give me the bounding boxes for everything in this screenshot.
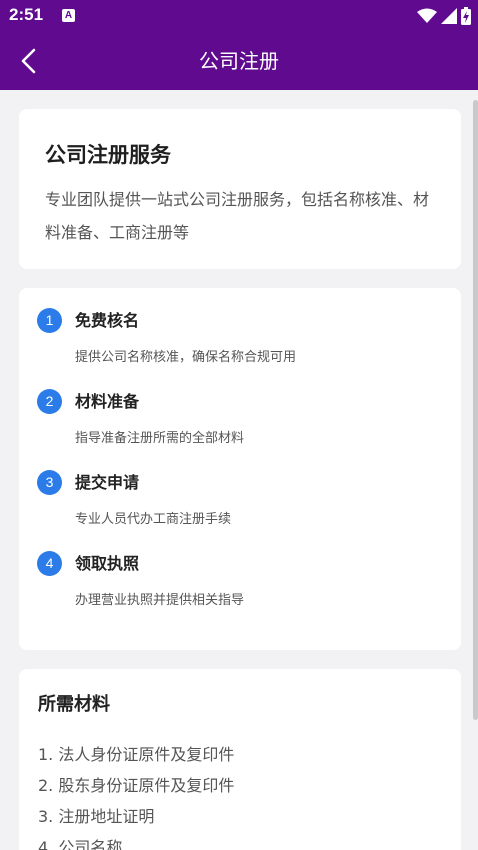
step-description: 办理营业执照并提供相关指导 bbox=[75, 593, 245, 608]
notification-icon: A bbox=[62, 9, 75, 22]
intro-description: 专业团队提供一站式公司注册服务，包括名称核准、材料准备、工商注册等 bbox=[45, 190, 430, 242]
step-item: 4 领取执照 办理营业执照并提供相关指导 bbox=[37, 551, 437, 621]
step-item: 2 材料准备 指导准备注册所需的全部材料 bbox=[37, 389, 437, 459]
materials-list: 1. 法人身份证原件及复印件 2. 股东身份证原件及复印件 3. 注册地址证明 … bbox=[38, 739, 234, 850]
materials-card: 所需材料 1. 法人身份证原件及复印件 2. 股东身份证原件及复印件 3. 注册… bbox=[19, 669, 461, 850]
list-item: 1. 法人身份证原件及复印件 bbox=[38, 745, 235, 764]
scrollbar[interactable] bbox=[473, 100, 478, 720]
steps-card: 1 免费核名 提供公司名称核准，确保名称合规可用 2 材料准备 指导准备注册所需… bbox=[19, 288, 461, 650]
step-number-badge: 4 bbox=[37, 551, 62, 576]
intro-card: 公司注册服务 专业团队提供一站式公司注册服务，包括名称核准、材料准备、工商注册等 bbox=[19, 109, 461, 269]
step-title: 提交申请 bbox=[75, 473, 140, 492]
signal-icon bbox=[441, 8, 457, 24]
step-number-badge: 3 bbox=[37, 470, 62, 495]
app-bar: 公司注册 bbox=[0, 32, 478, 90]
step-description: 提供公司名称核准，确保名称合规可用 bbox=[75, 350, 297, 365]
page-title: 公司注册 bbox=[199, 49, 279, 73]
chevron-left-icon bbox=[21, 48, 36, 74]
wifi-icon bbox=[417, 8, 437, 23]
list-item: 4. 公司名称 bbox=[38, 838, 123, 850]
intro-title: 公司注册服务 bbox=[45, 143, 171, 167]
step-title: 材料准备 bbox=[75, 392, 140, 411]
scroll-content[interactable]: 公司注册服务 专业团队提供一站式公司注册服务，包括名称核准、材料准备、工商注册等… bbox=[0, 90, 478, 850]
step-item: 1 免费核名 提供公司名称核准，确保名称合规可用 bbox=[37, 308, 437, 378]
step-title: 免费核名 bbox=[75, 311, 140, 330]
status-icons bbox=[417, 7, 471, 25]
materials-title: 所需材料 bbox=[38, 694, 110, 715]
battery-charging-icon bbox=[461, 7, 471, 25]
list-item: 3. 注册地址证明 bbox=[38, 807, 155, 826]
status-time: 2:51 bbox=[9, 5, 44, 24]
step-title: 领取执照 bbox=[75, 554, 140, 573]
step-number-badge: 1 bbox=[37, 308, 62, 333]
step-number-badge: 2 bbox=[37, 389, 62, 414]
back-button[interactable] bbox=[12, 44, 46, 78]
step-item: 3 提交申请 专业人员代办工商注册手续 bbox=[37, 470, 437, 540]
list-item: 2. 股东身份证原件及复印件 bbox=[38, 776, 235, 795]
step-description: 指导准备注册所需的全部材料 bbox=[75, 431, 245, 446]
step-description: 专业人员代办工商注册手续 bbox=[75, 512, 232, 527]
status-bar: 2:51 A bbox=[0, 0, 478, 32]
